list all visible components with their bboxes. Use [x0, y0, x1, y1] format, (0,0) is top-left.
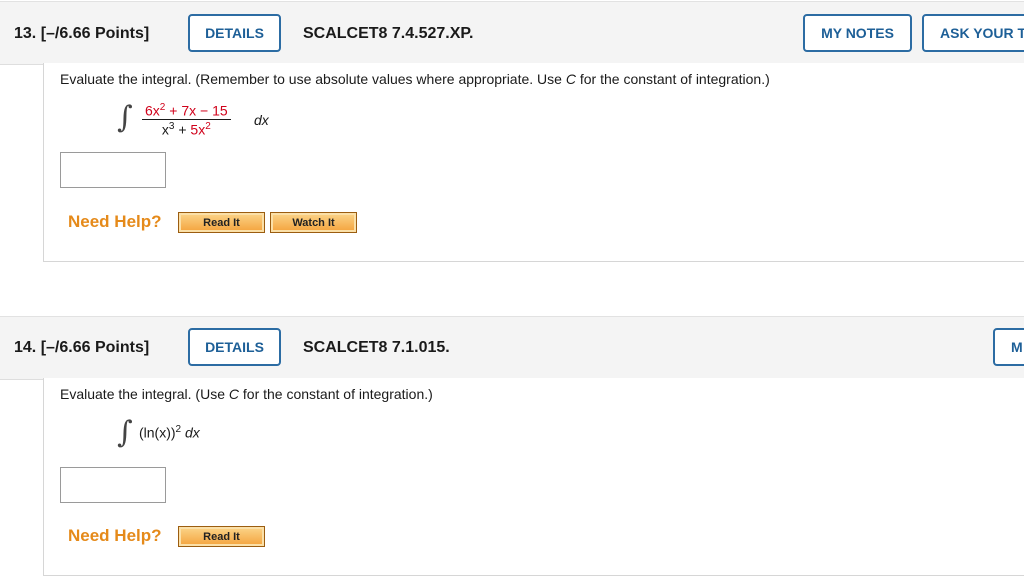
read-it-button[interactable]: Read It [178, 526, 265, 547]
question-reference: SCALCET8 7.1.015. [303, 339, 450, 356]
question-number: 13. [14, 25, 37, 42]
question-points: [–/6.66 Points] [40, 25, 150, 42]
question-13-header: 13. [–/6.66 Points] DETAILS SCALCET8 7.4… [0, 1, 1024, 65]
question-reference: SCALCET8 7.4.527.XP. [303, 25, 474, 42]
need-help-label: Need Help? [68, 526, 162, 545]
fraction-numerator: 6x2 + 7x − 15 [142, 102, 231, 120]
differential: dx [254, 112, 269, 128]
ask-your-teacher-button[interactable]: ASK YOUR T [922, 14, 1024, 52]
answer-input[interactable] [60, 467, 166, 503]
integrand-fraction: 6x2 + 7x − 15 x3 + 5x2 [142, 102, 231, 137]
details-button[interactable]: DETAILS [188, 14, 281, 52]
integrand: (ln(x))2 dx [139, 424, 200, 441]
question-prompt: Evaluate the integral. (Remember to use … [60, 71, 770, 87]
read-it-button[interactable]: Read It [178, 212, 265, 233]
question-points: [–/6.66 Points] [40, 339, 150, 356]
question-14-header: 14. [–/6.66 Points] DETAILS SCALCET8 7.1… [0, 316, 1024, 380]
question-13-title: 13. [–/6.66 Points] [14, 25, 149, 43]
question-number: 14. [14, 339, 37, 356]
answer-input[interactable] [60, 152, 166, 188]
need-help-label: Need Help? [68, 212, 162, 231]
watch-it-button[interactable]: Watch It [270, 212, 357, 233]
integral-sign: ∫ [117, 100, 133, 135]
question-prompt: Evaluate the integral. (Use C for the co… [60, 386, 433, 402]
question-13-body: Evaluate the integral. (Remember to use … [43, 63, 1024, 262]
details-button[interactable]: DETAILS [188, 328, 281, 366]
my-notes-button[interactable]: MY NOTES [803, 14, 912, 52]
question-14-title: 14. [–/6.66 Points] [14, 339, 149, 357]
question-14-body: Evaluate the integral. (Use C for the co… [43, 378, 1024, 576]
fraction-denominator: x3 + 5x2 [161, 120, 211, 138]
my-notes-button[interactable]: M [993, 328, 1024, 366]
integral-sign: ∫ [117, 415, 133, 450]
